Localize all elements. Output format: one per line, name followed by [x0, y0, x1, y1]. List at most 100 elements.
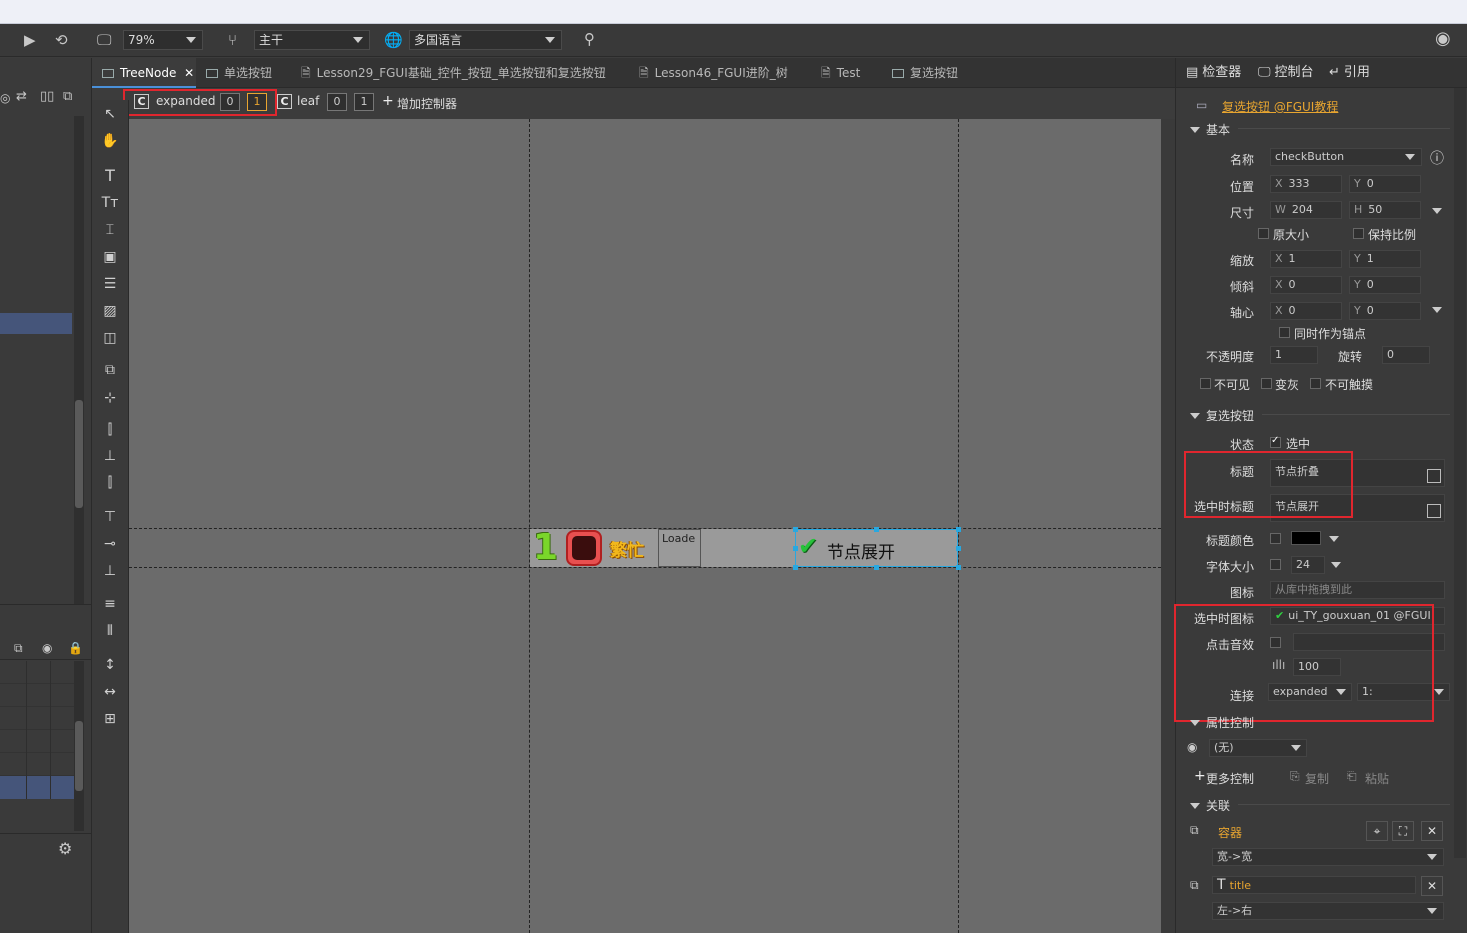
info-icon[interactable]: ⓘ	[1430, 148, 1444, 168]
rotation-field[interactable]: 0	[1382, 346, 1430, 364]
object-link[interactable]: 复选按钮 @FGUI教程	[1222, 98, 1338, 115]
fullscreen-icon[interactable]: ⛶	[1392, 821, 1414, 841]
check-button-selected[interactable]: ✔ 节点展开	[795, 529, 958, 567]
scale-x-field[interactable]: X1	[1270, 250, 1342, 268]
alpha-field[interactable]: 1	[1270, 346, 1318, 364]
original-size-checkbox[interactable]	[1258, 228, 1269, 239]
remove-relation-icon[interactable]: ✕	[1421, 876, 1443, 896]
untouchable-checkbox[interactable]	[1310, 378, 1321, 389]
align-bottom-icon[interactable]: ⊥	[100, 561, 120, 581]
pivot-x-field[interactable]: X0	[1270, 302, 1342, 320]
relation-target-field[interactable]: Ttitle	[1212, 876, 1416, 894]
distribute-vertical-icon[interactable]: ≡	[100, 594, 120, 614]
refresh-icon[interactable]: ⟲	[55, 32, 68, 48]
tab-references[interactable]: ↵ 引用	[1329, 58, 1370, 88]
table-row[interactable]	[0, 661, 74, 684]
language-select[interactable]: 多国语言	[409, 30, 562, 50]
stage-scrollbar[interactable]	[1161, 119, 1175, 933]
title-color-swatch[interactable]	[1291, 531, 1321, 545]
align-middle-icon[interactable]: ⊸	[100, 534, 120, 554]
target-locate-icon[interactable]: ⌖	[1366, 821, 1388, 841]
resize-handle[interactable]	[874, 565, 879, 570]
visibility-eye-icon[interactable]: ◉	[42, 640, 52, 656]
font-size-field[interactable]: 24	[1291, 556, 1325, 574]
align-top-icon[interactable]: ⊤	[100, 507, 120, 527]
columns-icon[interactable]: ▯▯	[40, 89, 54, 105]
tab-inspector[interactable]: ▤ 检查器	[1186, 58, 1241, 88]
input-text-icon[interactable]: ⌶	[100, 220, 120, 240]
copy-icon[interactable]: ⧉	[63, 89, 72, 105]
tab-test[interactable]: 🗎 Test	[811, 58, 882, 88]
close-icon[interactable]: ✕	[184, 66, 194, 80]
section-basic[interactable]: 基本	[1190, 121, 1230, 138]
section-gear[interactable]: 属性控制	[1190, 714, 1254, 731]
select-arrow-icon[interactable]: ↖	[100, 104, 120, 124]
table-row[interactable]	[0, 684, 74, 707]
dropdown-arrow-icon[interactable]	[1329, 536, 1339, 542]
timeline-scrollbar[interactable]	[74, 661, 84, 831]
resize-handle[interactable]	[956, 565, 961, 570]
branch-select[interactable]: 主干	[254, 30, 370, 50]
list-icon[interactable]: ☰	[100, 274, 120, 294]
gray-checkbox[interactable]	[1261, 378, 1272, 389]
y-field[interactable]: Y0	[1349, 175, 1421, 193]
same-height-icon[interactable]: ↕	[100, 655, 120, 675]
section-relations[interactable]: 关联	[1190, 797, 1230, 814]
graph-icon[interactable]: ▨	[100, 301, 120, 321]
relation-rule-select[interactable]: 宽->宽	[1212, 848, 1444, 866]
table-row[interactable]	[0, 707, 74, 730]
busy-button[interactable]	[566, 530, 602, 566]
tab-lesson29[interactable]: 🗎 Lesson29_FGUI基础_控件_按钮_单选按钮和复选按钮	[291, 58, 629, 88]
eye-icon[interactable]: ◎	[0, 90, 10, 106]
plus-icon[interactable]: +	[382, 93, 394, 109]
align-left-icon[interactable]: ⫿	[100, 420, 120, 440]
tree-node-component[interactable]: 1 繁忙 Loade ✔ 节点展开	[530, 527, 961, 570]
invisible-checkbox[interactable]	[1200, 378, 1211, 389]
resize-handle[interactable]	[956, 527, 961, 532]
font-size-checkbox[interactable]	[1270, 559, 1281, 570]
align-right-icon[interactable]: ⫿	[100, 473, 120, 493]
table-row[interactable]	[0, 753, 74, 776]
play-icon[interactable]: ▶	[24, 32, 36, 48]
skew-y-field[interactable]: Y0	[1349, 276, 1421, 294]
remove-relation-icon[interactable]: ✕	[1421, 821, 1443, 841]
keep-ratio-checkbox[interactable]	[1353, 228, 1364, 239]
more-gears-button[interactable]: 更多控制	[1206, 770, 1254, 787]
skew-x-field[interactable]: X0	[1270, 276, 1342, 294]
controller-page-1[interactable]: 1	[354, 93, 374, 111]
controller-name-leaf[interactable]: leaf	[297, 94, 319, 108]
edit-icon[interactable]	[1427, 469, 1441, 483]
state-checkbox[interactable]	[1270, 435, 1281, 448]
title-color-checkbox[interactable]	[1270, 533, 1281, 544]
tab-checkbox[interactable]: 复选按钮	[882, 58, 980, 88]
section-check-button[interactable]: 复选按钮	[1190, 407, 1254, 424]
controller-page-0[interactable]: 0	[327, 93, 347, 111]
height-field[interactable]: H 50	[1349, 201, 1421, 219]
as-anchor-checkbox[interactable]	[1279, 327, 1290, 338]
library-selected-row[interactable]	[0, 313, 72, 334]
loader-icon[interactable]: ▣	[100, 247, 120, 267]
settings-gear-icon[interactable]: ⚙	[58, 841, 72, 857]
text-icon[interactable]: T	[100, 166, 120, 186]
scale-y-field[interactable]: Y1	[1349, 250, 1421, 268]
rich-text-icon[interactable]: Tт	[100, 193, 120, 213]
lock-icon[interactable]: 🔒	[68, 640, 83, 656]
add-controller-button[interactable]: 增加控制器	[397, 95, 457, 112]
resize-handle[interactable]	[793, 527, 798, 532]
table-row[interactable]	[0, 730, 74, 753]
relation-target[interactable]: 容器	[1218, 824, 1242, 841]
relation-rule-select[interactable]: 左->右	[1212, 902, 1444, 920]
component-icon[interactable]: ◫	[100, 328, 120, 348]
edit-icon[interactable]	[1427, 504, 1441, 518]
library-scrollbar[interactable]	[74, 116, 84, 604]
resize-handle[interactable]	[793, 546, 798, 551]
zoom-select[interactable]: 79%	[123, 30, 203, 50]
group-icon[interactable]: ⧉	[100, 360, 120, 380]
design-stage[interactable]: 1 繁忙 Loade ✔ 节点展开	[129, 119, 1161, 933]
resize-handle[interactable]	[793, 565, 798, 570]
distribute-horizontal-icon[interactable]: ⫴	[100, 621, 120, 641]
timeline-scrollbar-thumb[interactable]	[75, 721, 83, 791]
hand-icon[interactable]: ✋	[100, 131, 120, 151]
expand-arrow-icon[interactable]	[1432, 307, 1442, 313]
user-avatar-icon[interactable]: ◉	[1435, 30, 1451, 48]
